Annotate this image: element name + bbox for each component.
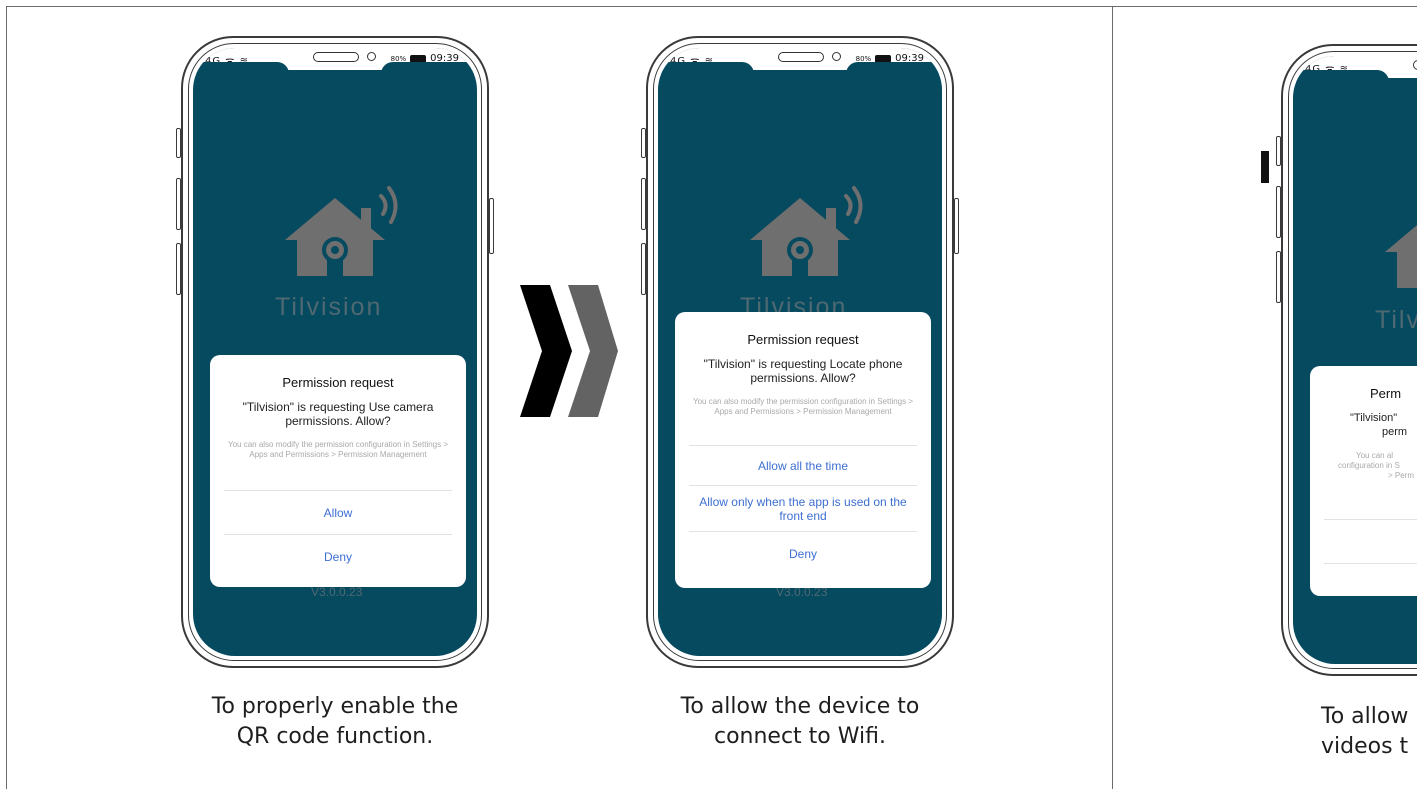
screen-notch <box>658 62 754 74</box>
side-button <box>954 198 959 254</box>
caption-videos: To allow videos t <box>1321 702 1417 762</box>
phone-frame-3: 4G ᯤ ≋ Tilvision Perm "Tilvision" perm Y… <box>1276 44 1417 676</box>
phone-screen: 4G ᯤ ≋ 80% 09:39 Tilvision V3.0.0.23 Per… <box>193 48 477 656</box>
side-button <box>176 128 181 158</box>
phone-3-clip: 4G ᯤ ≋ Tilvision Perm "Tilvision" perm Y… <box>1113 0 1417 789</box>
allow-button[interactable]: Allow <box>224 490 452 534</box>
deny-button[interactable]: Deny <box>689 531 917 575</box>
side-button <box>1276 251 1281 303</box>
phone-screen: 4G ᯤ ≋ 80% 09:39 Tilvision V3.0.0.23 Per… <box>658 48 942 656</box>
screen-notch <box>193 62 289 74</box>
caption-qr-code: To properly enable the QR code function. <box>175 692 495 752</box>
dialog-message-line: perm <box>1382 426 1408 438</box>
chevron-black <box>520 285 572 417</box>
phone-screen: 4G ᯤ ≋ Tilvision Perm "Tilvision" perm Y… <box>1293 56 1417 664</box>
dialog-divider <box>1324 519 1417 563</box>
dialog-note-line: You can al <box>1356 451 1394 460</box>
dialog-divider <box>1324 563 1417 564</box>
app-name: Tilvision <box>275 293 383 321</box>
side-button <box>176 243 181 295</box>
dialog-note: You can also modify the permission confi… <box>227 440 449 459</box>
front-camera <box>367 52 376 61</box>
caption-line: connect to Wifi. <box>713 724 886 749</box>
speaker-grille <box>1413 60 1417 70</box>
dialog-note-line: configuration in S <box>1338 461 1400 470</box>
permission-dialog: Permission request "Tilvision" is reques… <box>675 312 931 588</box>
side-button <box>489 198 494 254</box>
permission-dialog: Perm "Tilvision" perm You can al configu… <box>1310 366 1417 596</box>
speaker-grille <box>313 52 359 62</box>
front-camera <box>832 52 841 61</box>
phone-frame-1: 4G ᯤ ≋ 80% 09:39 Tilvision V3.0.0.23 Per… <box>176 36 494 668</box>
side-button <box>1276 136 1281 166</box>
caption-line: To properly enable the <box>211 694 459 719</box>
app-name: Tilvision <box>1375 306 1417 334</box>
house-camera-logo-icon <box>1385 225 1417 288</box>
allow-all-the-time-button[interactable]: Allow all the time <box>689 445 917 485</box>
dialog-title: Permission request <box>747 332 859 347</box>
screen-notch <box>1293 70 1389 82</box>
side-button <box>1276 186 1281 238</box>
deny-button[interactable]: Deny <box>224 534 452 578</box>
house-camera-logo-icon <box>750 186 863 276</box>
app-version: V3.0.0.23 <box>311 585 363 599</box>
caption-line: To allow <box>1321 704 1409 729</box>
dialog-title: Permission request <box>282 375 394 390</box>
speaker-grille <box>778 52 824 62</box>
double-chevron-right-icon <box>520 285 618 417</box>
caption-line: To allow the device to <box>680 694 920 719</box>
screen-notch <box>381 62 477 74</box>
side-button <box>641 128 646 158</box>
dialog-message: "Tilvision" is requesting Use camera per… <box>242 400 434 428</box>
dialog-message: "Tilvision" perm <box>1310 411 1417 439</box>
caption-wifi: To allow the device to connect to Wifi. <box>640 692 960 752</box>
permission-dialog: Permission request "Tilvision" is reques… <box>210 355 466 587</box>
dialog-note-line: > Perm <box>1388 471 1415 480</box>
dialog-note: You can al configuration in S > Perm <box>1310 451 1417 481</box>
dialog-title: Perm <box>1370 386 1402 401</box>
caption-line: videos t <box>1321 734 1409 759</box>
side-button <box>641 243 646 295</box>
caption-line: QR code function. <box>236 724 434 749</box>
dialog-note: You can also modify the permission confi… <box>692 397 914 416</box>
screen-notch <box>846 62 942 74</box>
chevron-gray <box>568 285 618 417</box>
house-camera-logo-icon <box>285 186 398 276</box>
dialog-message-line: "Tilvision" <box>1350 412 1398 424</box>
phone-frame-2: 4G ᯤ ≋ 80% 09:39 Tilvision V3.0.0.23 Per… <box>641 36 959 668</box>
allow-front-end-button[interactable]: Allow only when the app is used on the f… <box>689 485 917 531</box>
side-button <box>176 178 181 230</box>
dialog-message: "Tilvision" is requesting Locate phone p… <box>703 357 903 385</box>
side-button <box>641 178 646 230</box>
